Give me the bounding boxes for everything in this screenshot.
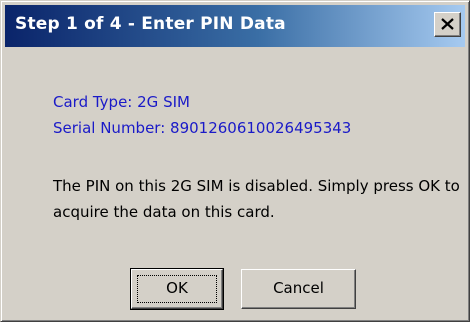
ok-button[interactable]: OK (130, 268, 224, 310)
serial-number-label: Serial Number: 8901260610026495343 (53, 119, 352, 137)
title-bar[interactable]: Step 1 of 4 - Enter PIN Data (5, 5, 465, 47)
ok-button-label: OK (166, 279, 188, 297)
close-icon (441, 18, 454, 30)
card-type-label: Card Type: 2G SIM (53, 93, 190, 111)
dialog-title: Step 1 of 4 - Enter PIN Data (15, 14, 286, 34)
close-button[interactable] (434, 12, 461, 37)
cancel-button[interactable]: Cancel (241, 269, 356, 309)
instruction-message: The PIN on this 2G SIM is disabled. Simp… (53, 177, 460, 221)
pin-entry-dialog: Step 1 of 4 - Enter PIN Data Card Type: … (0, 0, 470, 322)
